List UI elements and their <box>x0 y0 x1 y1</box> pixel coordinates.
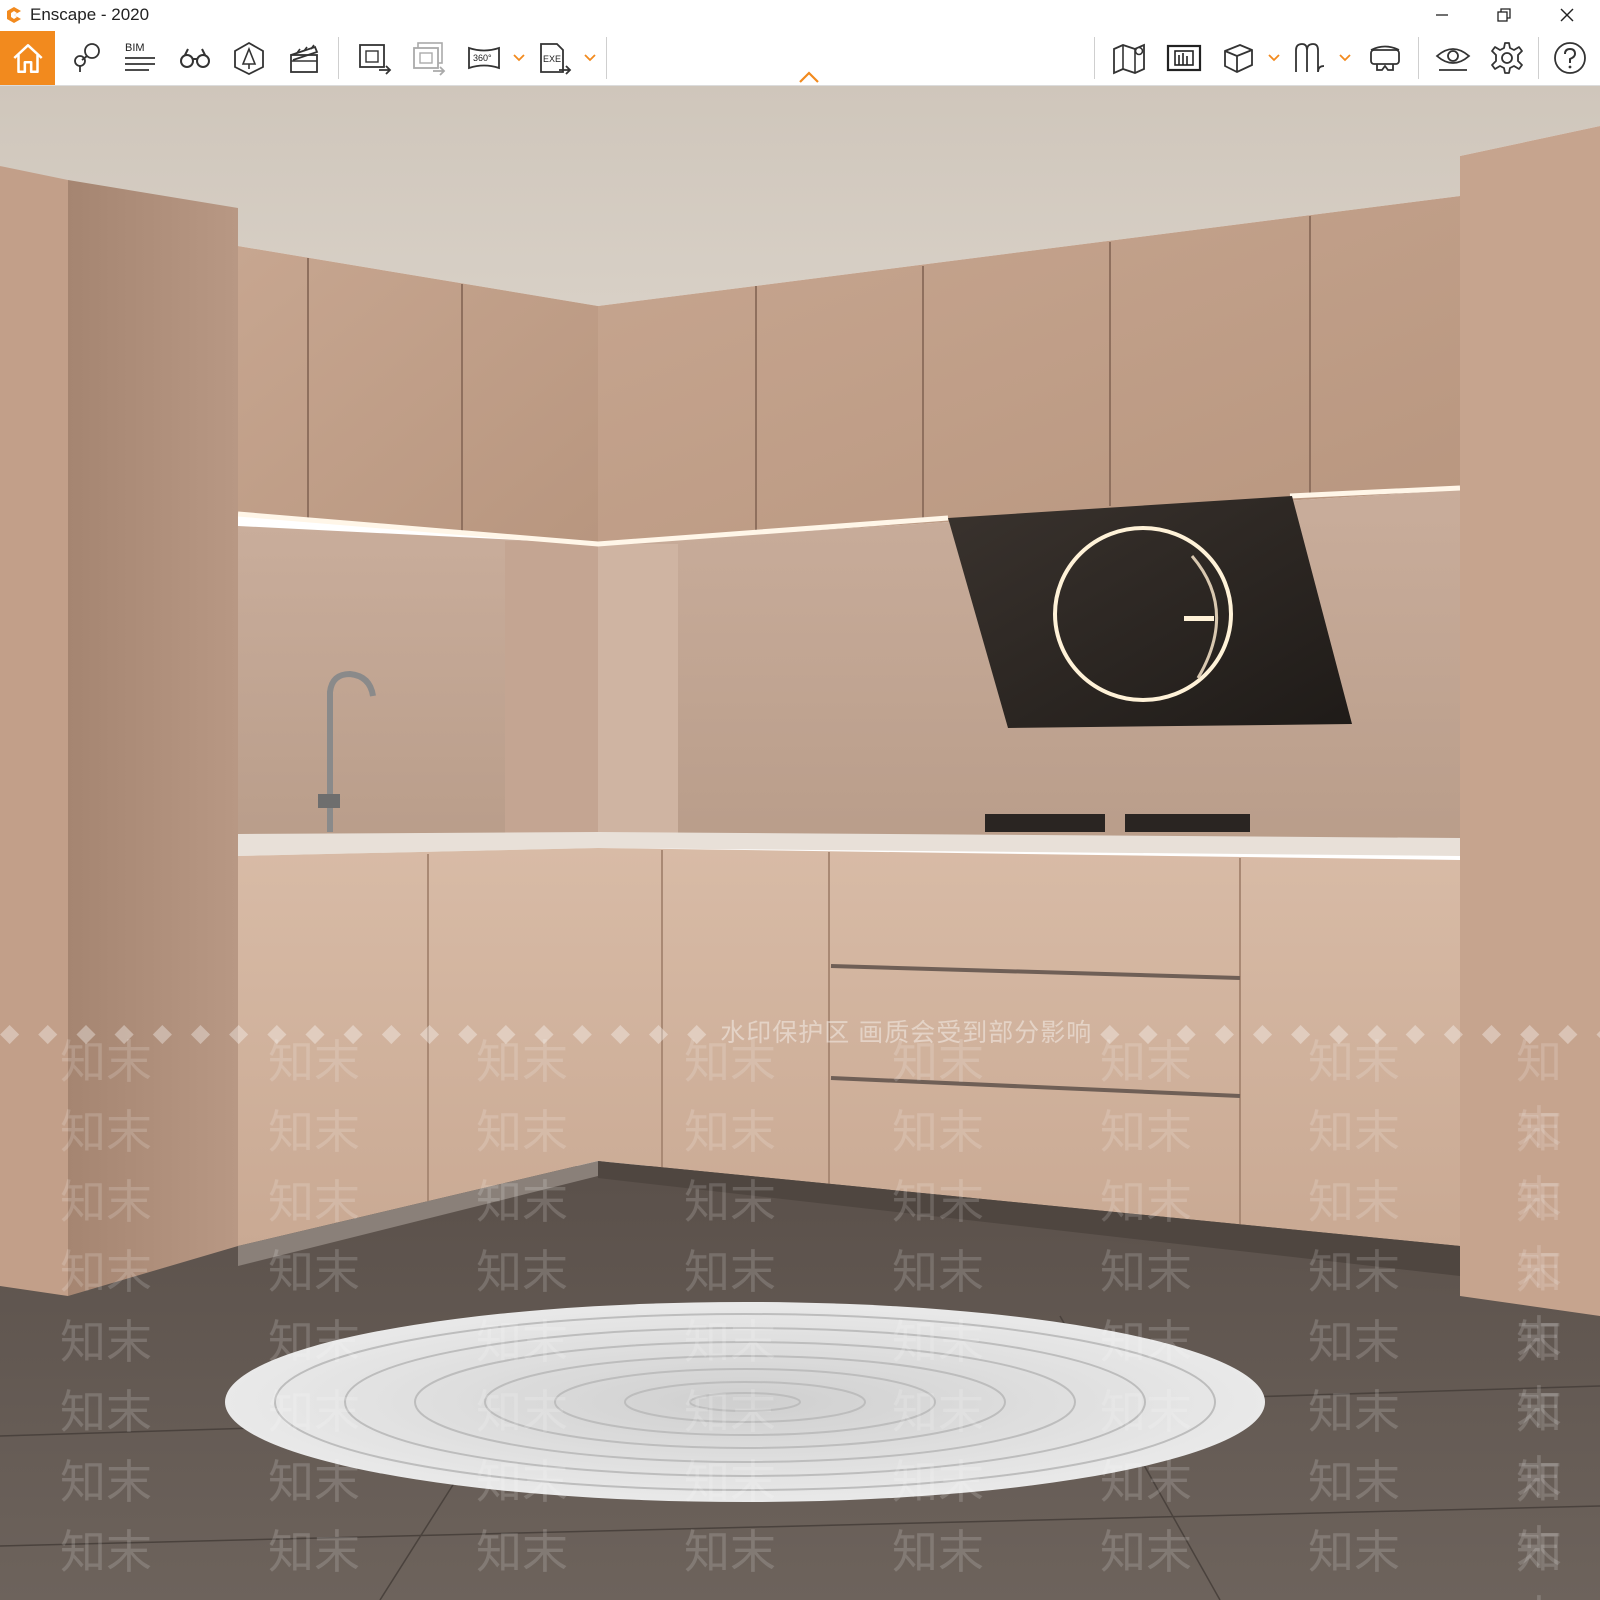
map-button[interactable] <box>1104 31 1154 85</box>
toolbar-separator <box>1094 37 1095 79</box>
help-icon <box>1554 42 1586 74</box>
asset-library-button[interactable] <box>224 31 274 85</box>
watermark-dots: ◆ ◆ ◆ ◆ ◆ ◆ ◆ ◆ ◆ ◆ ◆ ◆ ◆ ◆ ◆ ◆ ◆ ◆ ◆ <box>0 1019 713 1047</box>
asset-library-icon <box>234 41 264 76</box>
home-button[interactable] <box>0 31 55 85</box>
render-image-button[interactable] <box>350 31 400 85</box>
svg-text:EXE: EXE <box>543 54 561 64</box>
window-title: Enscape - 2020 <box>30 5 150 24</box>
close-button[interactable] <box>1538 0 1596 30</box>
panorama-dropdown-button[interactable] <box>512 31 526 85</box>
binoculars-icon <box>180 48 210 68</box>
vr-headset-icon <box>1370 45 1400 71</box>
visibility-button[interactable] <box>1428 31 1478 85</box>
bim-button[interactable]: BIM <box>115 31 165 85</box>
exe-export-icon: EXE <box>540 43 572 75</box>
video-editor-button[interactable] <box>279 31 329 85</box>
gallery-icon <box>1166 44 1202 72</box>
toolbar-separator <box>1538 37 1539 79</box>
minimize-button[interactable] <box>1413 0 1471 30</box>
annotations-icon <box>1295 43 1325 73</box>
minimize-icon <box>1436 14 1448 16</box>
chevron-down-icon <box>513 54 525 62</box>
render-viewport[interactable]: ◆ ◆ ◆ ◆ ◆ ◆ ◆ ◆ ◆ ◆ ◆ ◆ ◆ ◆ ◆ ◆ ◆ ◆ ◆ 水印… <box>0 86 1600 1600</box>
watermark-banner-text: 水印保护区 画质会受到部分影响 <box>720 1019 1093 1047</box>
eye-icon <box>1435 48 1471 71</box>
home-icon <box>12 44 43 73</box>
restore-icon <box>1497 8 1511 22</box>
toolbar-separator <box>1418 37 1419 79</box>
watermark-banner: ◆ ◆ ◆ ◆ ◆ ◆ ◆ ◆ ◆ ◆ ◆ ◆ ◆ ◆ ◆ ◆ ◆ ◆ ◆ 水印… <box>0 1013 1600 1053</box>
title-bar: Enscape - 2020 <box>0 0 1600 30</box>
collaboration-button[interactable] <box>1286 31 1334 85</box>
main-toolbar: BIM 360° EXE <box>0 31 1600 86</box>
exe-export-button[interactable]: EXE <box>531 31 579 85</box>
panorama-360-icon: 360° <box>468 46 500 70</box>
chevron-down-icon <box>1339 54 1351 62</box>
bim-icon: BIM <box>125 42 155 71</box>
cube-icon <box>1224 44 1253 73</box>
toolbar-separator <box>606 37 607 79</box>
svg-text:BIM: BIM <box>125 42 145 54</box>
chevron-down-icon <box>584 54 596 62</box>
views-button[interactable] <box>62 31 110 85</box>
map-icon <box>1113 43 1145 75</box>
chevron-down-icon <box>1268 54 1280 62</box>
batch-render-button[interactable] <box>404 31 454 85</box>
toolbar-separator <box>338 37 339 79</box>
views-gallery-button[interactable] <box>1159 31 1209 85</box>
sketch-mode-dropdown-button[interactable] <box>1267 31 1281 85</box>
clapperboard-icon <box>290 44 319 73</box>
location-pins-icon <box>74 43 100 72</box>
help-button[interactable] <box>1545 31 1595 85</box>
exe-export-dropdown-button[interactable] <box>583 31 597 85</box>
enscape-logo-icon <box>7 7 21 23</box>
panorama-button[interactable]: 360° <box>460 31 508 85</box>
batch-render-icon <box>413 42 446 76</box>
restore-button[interactable] <box>1475 0 1533 30</box>
close-icon <box>1560 8 1574 22</box>
collaboration-dropdown-button[interactable] <box>1338 31 1352 85</box>
walk-mode-button[interactable] <box>170 31 220 85</box>
kitchen-render <box>0 86 1600 1600</box>
svg-text:360°: 360° <box>473 53 492 63</box>
settings-button[interactable] <box>1482 31 1532 85</box>
watermark-dots: ◆ ◆ ◆ ◆ ◆ ◆ ◆ ◆ ◆ ◆ ◆ ◆ ◆ ◆ ◆ ◆ ◆ ◆ <box>1100 1019 1600 1047</box>
sketch-mode-button[interactable] <box>1214 31 1262 85</box>
render-export-icon <box>359 44 392 75</box>
vr-headset-button[interactable] <box>1360 31 1410 85</box>
gear-icon <box>1491 42 1523 74</box>
chevron-up-icon[interactable] <box>797 70 821 84</box>
